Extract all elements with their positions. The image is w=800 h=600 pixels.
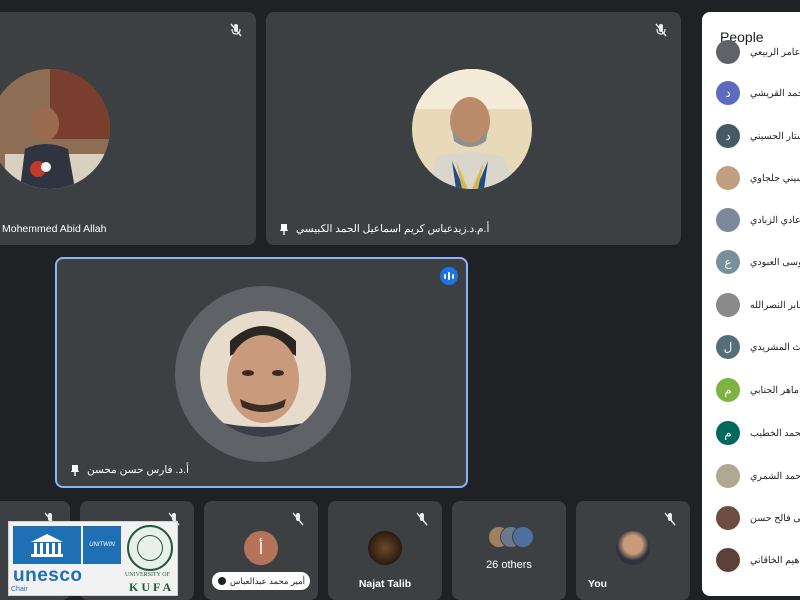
avatar [716,464,740,488]
others-tile[interactable]: 26 others [452,501,566,600]
people-panel: People عامر الربيعيدمحمد القريشيدستار ال… [702,12,800,596]
person-name: ماهر الجنابي [750,384,799,396]
person-name: ستار الحسيني [750,130,800,142]
people-list-item[interactable]: جابر النصرالله [716,291,800,319]
people-list-item[interactable]: د ستار الحسيني [716,122,800,150]
university-of-text: UNIVERSITY OF [125,572,170,578]
mic-off-icon [230,23,242,37]
person-name: راهيم الخاقاني [750,554,800,566]
people-list-item[interactable]: حسيني جلجاوي [716,164,800,192]
participant-name: You [588,578,608,590]
person-name: محمد القريشي [750,87,800,99]
mic-off-icon [416,512,428,526]
people-list-item[interactable]: عادي الزبادي [716,206,800,234]
participant-name-pill: أمير محمد عبدالعباس [212,572,310,590]
people-list-item[interactable]: ل ليث المشريدي [716,333,800,361]
participant-name: أ.م.د.زيدعباس كريم اسماعيل الحمد الكبيسي [278,223,489,235]
unitwin-logo: UNITWIN [83,526,121,564]
avatar: ل [716,335,740,359]
people-list-item[interactable]: م محمد الخطيب [716,419,800,447]
avatar [368,531,402,565]
participant-name: أ.د. فارس حسن محسن [69,464,189,476]
self-tile[interactable]: You [576,501,690,600]
avatar: د [716,124,740,148]
avatar: ع [716,250,740,274]
speaking-indicator-icon [440,267,458,285]
people-list-item[interactable]: راهيم الخاقاني [716,546,800,574]
avatar [616,531,650,565]
avatar: د [716,81,740,105]
people-list-item[interactable]: د محمد القريشي [716,79,800,107]
others-count: 26 others [486,559,532,571]
kufa-text: KUFA [129,580,175,594]
chair-text: Chair [11,586,28,593]
person-name: ليث المشريدي [750,341,800,353]
participant-photo [200,311,326,437]
avatar [716,548,740,572]
kufa-seal [127,525,173,571]
avatar [716,506,740,530]
mic-off-icon [664,512,676,526]
unesco-kufa-logo: UNITWIN unesco Chair UNIVERSITY OF KUFA [8,521,178,596]
avatar: م [716,421,740,445]
avatar: م [716,378,740,402]
avatar: أ [244,531,278,565]
participant-tile-fares[interactable]: أ.د. فارس حسن محسن [55,257,468,488]
participant-name: Najat Talib [358,578,412,590]
avatar [716,166,740,190]
pin-icon[interactable] [69,464,81,476]
avatar [716,208,740,232]
people-list-item[interactable]: ع موسى العبودي [716,248,800,276]
participant-name: Mohemmed Abid Allah [2,223,107,235]
person-name: عامر الربيعي [750,46,800,58]
participant-tile-zaid[interactable]: أ.م.د.زيدعباس كريم اسماعيل الحمد الكبيسي [266,12,681,245]
people-list-item[interactable]: عامر الربيعي [716,38,800,66]
person-name: حسيني جلجاوي [750,172,800,184]
participant-tile-amir[interactable]: أ أمير محمد عبدالعباس [204,501,318,600]
people-list-item[interactable]: م ماهر الجنابي [716,376,800,404]
person-name: موسى العبودي [750,256,800,268]
unesco-emblem [13,526,81,564]
participant-photo [0,69,110,189]
avatar-stack [488,526,534,550]
person-name: جابر النصرالله [750,299,800,311]
person-name: عادي الزبادي [750,214,800,226]
mic-off-icon [292,512,304,526]
pin-icon [218,577,226,585]
participant-tile-najat[interactable]: Najat Talib [328,501,442,600]
person-name: احمد الشمري [750,470,800,482]
pin-icon[interactable] [278,223,290,235]
unesco-text: unesco [13,565,83,586]
participant-photo [412,69,532,189]
people-list-item[interactable]: على فالح حسن [716,504,800,532]
people-list-item[interactable]: احمد الشمري [716,462,800,490]
person-name: على فالح حسن [750,512,800,524]
participant-tile-mohemmed[interactable]: Mohemmed Abid Allah [0,12,256,245]
avatar [716,40,740,64]
person-name: محمد الخطيب [750,427,800,439]
mic-off-icon [655,23,667,37]
avatar [716,293,740,317]
